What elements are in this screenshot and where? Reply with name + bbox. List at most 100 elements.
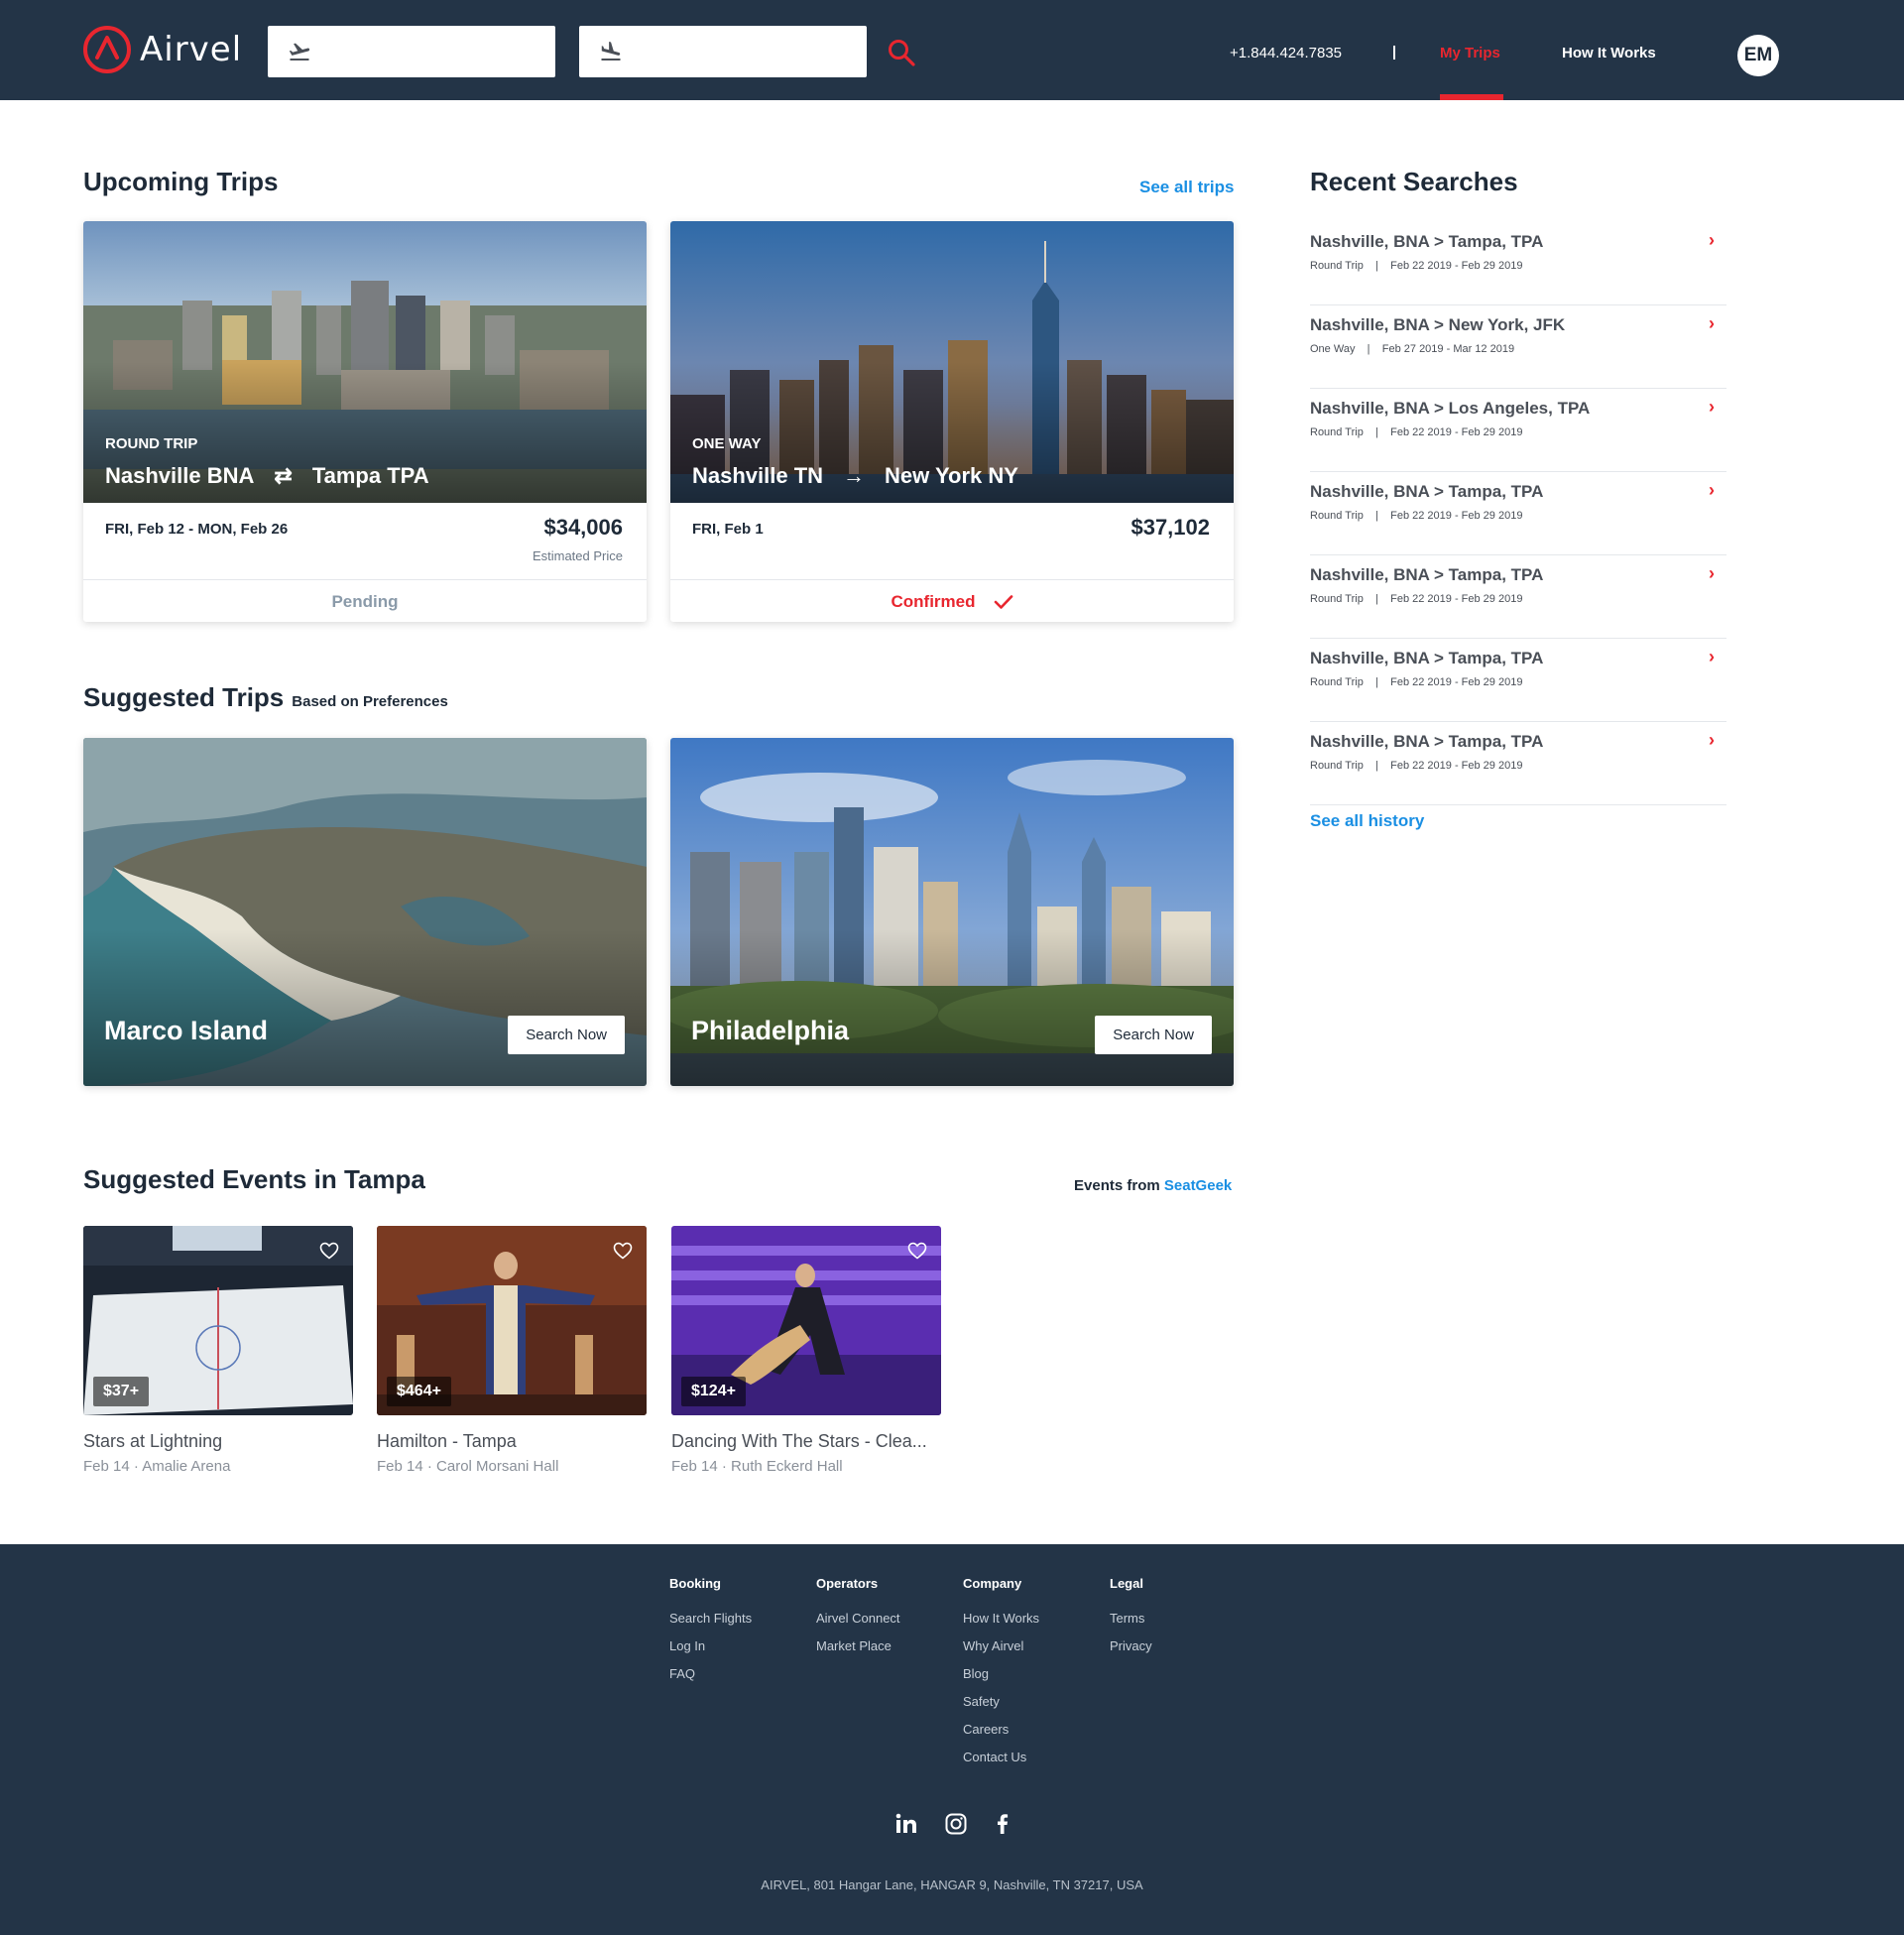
chevron-right-icon: › (1709, 313, 1715, 333)
arrival-input[interactable] (579, 26, 867, 77)
suggested-destination-name: Philadelphia (691, 1016, 850, 1045)
footer-link[interactable]: Terms (1110, 1611, 1152, 1638)
events-source-prefix: Events from (1074, 1177, 1160, 1194)
recent-search-route: Nashville, BNA > Tampa, TPA (1310, 565, 1544, 584)
trip-type: ONE WAY (692, 435, 762, 452)
see-all-trips-link[interactable]: See all trips (1139, 178, 1234, 197)
footer-link[interactable]: Safety (963, 1694, 1039, 1722)
event-meta: Feb 14 · Ruth Eckerd Hall (671, 1458, 843, 1475)
trip-route: Nashville TN → New York NY (692, 463, 1018, 489)
avatar[interactable]: EM (1737, 35, 1779, 76)
footer-link[interactable]: Market Place (816, 1638, 900, 1666)
footer-link[interactable]: Search Flights (669, 1611, 752, 1638)
departure-input[interactable] (268, 26, 555, 77)
recent-search-trip-type: Round Trip (1310, 760, 1364, 772)
recent-searches-title: Recent Searches (1310, 167, 1518, 196)
trip-dates: FRI, Feb 1 (692, 521, 764, 538)
trip-card[interactable]: ROUND TRIP Nashville BNA ⇄ Tampa TPA FRI… (83, 221, 647, 622)
recent-search-details: Round Trip | Feb 22 2019 - Feb 29 2019 (1310, 593, 1523, 605)
footer-link[interactable]: Log In (669, 1638, 752, 1666)
trip-type: ROUND TRIP (105, 435, 198, 452)
recent-search-details: Round Trip | Feb 22 2019 - Feb 29 2019 (1310, 760, 1523, 772)
recent-search-item[interactable]: Nashville, BNA > Tampa, TPA Round Trip |… (1310, 639, 1726, 722)
tampa-city-image (83, 221, 647, 503)
recent-search-route: Nashville, BNA > Los Angeles, TPA (1310, 399, 1591, 418)
event-meta: Feb 14 · Carol Morsani Hall (377, 1458, 559, 1475)
search-icon[interactable] (887, 38, 916, 67)
event-price-badge: $464+ (387, 1377, 451, 1406)
chevron-right-icon: › (1709, 230, 1715, 250)
new-york-city-image (670, 221, 1234, 503)
nav-how-it-works[interactable]: How It Works (1562, 45, 1656, 61)
suggested-trip-card[interactable]: Marco Island Search Now (83, 738, 647, 1086)
recent-search-item[interactable]: Nashville, BNA > New York, JFK One Way |… (1310, 305, 1726, 389)
recent-search-trip-type: Round Trip (1310, 510, 1364, 522)
trip-origin: Nashville BNA (105, 463, 255, 488)
event-title[interactable]: Hamilton - Tampa (377, 1431, 647, 1452)
trip-dates: FRI, Feb 12 - MON, Feb 26 (105, 521, 289, 538)
recent-search-trip-type: Round Trip (1310, 676, 1364, 688)
footer-heading: Booking (669, 1576, 721, 1591)
footer-link[interactable]: Blog (963, 1666, 1039, 1694)
airvel-logo[interactable]: Airvel (82, 25, 242, 74)
phone-number[interactable]: +1.844.424.7835 (1230, 45, 1342, 61)
footer-link[interactable]: Airvel Connect (816, 1611, 900, 1638)
suggested-events-title: Suggested Events in Tampa (83, 1164, 425, 1194)
round-trip-arrows-icon: ⇄ (274, 463, 293, 488)
heart-icon[interactable] (613, 1242, 633, 1260)
trip-status-confirmed: Confirmed (670, 592, 1234, 612)
recent-search-trip-type: Round Trip (1310, 426, 1364, 438)
heart-icon[interactable] (319, 1242, 339, 1260)
recent-search-item[interactable]: Nashville, BNA > Tampa, TPA Round Trip |… (1310, 722, 1726, 805)
chevron-right-icon: › (1709, 480, 1715, 500)
suggested-trips-subtitle: Based on Preferences (292, 693, 448, 710)
recent-search-item[interactable]: Nashville, BNA > Tampa, TPA Round Trip |… (1310, 555, 1726, 639)
footer-link[interactable]: Privacy (1110, 1638, 1152, 1666)
events-source: Events from SeatGeek (1074, 1177, 1232, 1194)
trip-card[interactable]: ONE WAY Nashville TN → New York NY FRI, … (670, 221, 1234, 622)
footer-heading: Legal (1110, 1576, 1143, 1591)
recent-search-trip-type: Round Trip (1310, 593, 1364, 605)
recent-search-route: Nashville, BNA > New York, JFK (1310, 315, 1566, 334)
chevron-right-icon: › (1709, 647, 1715, 666)
facebook-icon[interactable] (991, 1812, 1014, 1836)
footer-link[interactable]: Why Airvel (963, 1638, 1039, 1666)
footer-heading: Company (963, 1576, 1022, 1591)
footer-link[interactable]: FAQ (669, 1666, 752, 1694)
nav-my-trips[interactable]: My Trips (1440, 45, 1500, 61)
recent-search-dates: Feb 22 2019 - Feb 29 2019 (1390, 676, 1523, 688)
recent-search-route: Nashville, BNA > Tampa, TPA (1310, 482, 1544, 501)
heart-icon[interactable] (907, 1242, 927, 1260)
seatgeek-link[interactable]: SeatGeek (1164, 1177, 1232, 1194)
footer-link[interactable]: How It Works (963, 1611, 1039, 1638)
suggested-trip-card[interactable]: Philadelphia Search Now (670, 738, 1234, 1086)
footer-column-booking: Booking Search Flights Log In FAQ (669, 1576, 752, 1694)
footer: Booking Search Flights Log In FAQ Operat… (0, 1544, 1904, 1935)
trip-route: Nashville BNA ⇄ Tampa TPA (105, 463, 429, 489)
instagram-icon[interactable] (944, 1812, 968, 1836)
card-divider (670, 579, 1234, 580)
suggested-destination-name: Marco Island (104, 1016, 269, 1045)
recent-search-dates: Feb 22 2019 - Feb 29 2019 (1390, 510, 1523, 522)
recent-search-item[interactable]: Nashville, BNA > Tampa, TPA Round Trip |… (1310, 472, 1726, 555)
footer-column-legal: Legal Terms Privacy (1110, 1576, 1152, 1666)
recent-search-dates: Feb 27 2019 - Mar 12 2019 (1381, 343, 1515, 355)
recent-search-item[interactable]: Nashville, BNA > Tampa, TPA Round Trip |… (1310, 222, 1726, 305)
recent-search-details: One Way | Feb 27 2019 - Mar 12 2019 (1310, 343, 1515, 355)
footer-link[interactable]: Contact Us (963, 1750, 1039, 1777)
search-now-button[interactable]: Search Now (508, 1016, 625, 1054)
airvel-logo-icon (83, 26, 131, 73)
price-note: Estimated Price (532, 548, 623, 563)
recent-search-item[interactable]: Nashville, BNA > Los Angeles, TPA Round … (1310, 389, 1726, 472)
trip-origin: Nashville TN (692, 463, 824, 488)
event-title[interactable]: Stars at Lightning (83, 1431, 353, 1452)
recent-search-dates: Feb 22 2019 - Feb 29 2019 (1390, 760, 1523, 772)
see-all-history-link[interactable]: See all history (1310, 811, 1424, 831)
search-now-button[interactable]: Search Now (1095, 1016, 1212, 1054)
trip-destination: New York NY (885, 463, 1018, 488)
logo-text: Airvel (140, 30, 243, 69)
nav-divider (1393, 46, 1395, 60)
linkedin-icon[interactable] (894, 1812, 918, 1836)
event-title[interactable]: Dancing With The Stars - Clea... (671, 1431, 941, 1452)
footer-link[interactable]: Careers (963, 1722, 1039, 1750)
